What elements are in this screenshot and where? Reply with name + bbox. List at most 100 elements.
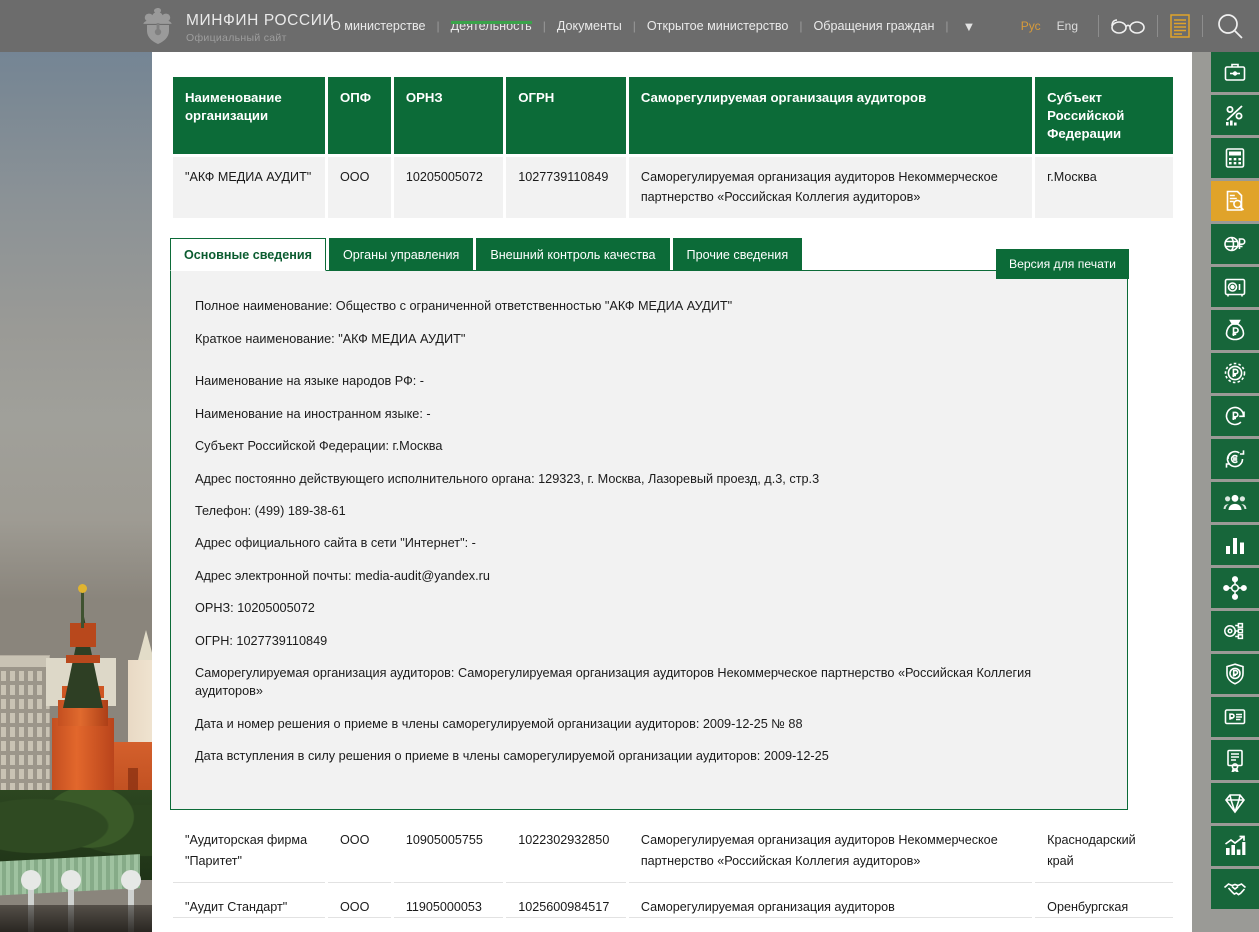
- rail-item-percent-chart[interactable]: [1211, 95, 1259, 135]
- cell-opf: ООО: [328, 819, 391, 882]
- cell-ornz: 10205005072: [394, 157, 503, 218]
- search-icon[interactable]: [1215, 11, 1245, 41]
- people-group-icon: [1223, 490, 1247, 514]
- primary-navigation: О министерстве | Деятельность | Документ…: [320, 0, 989, 52]
- ruble-coin-icon: [1223, 361, 1247, 385]
- rail-item-calculator[interactable]: [1211, 138, 1259, 178]
- cell-ogrn: 1025600984517: [506, 886, 626, 918]
- nav-item-citizen-appeals[interactable]: Обращения граждан: [803, 19, 946, 33]
- nav-item-about[interactable]: О министерстве: [320, 19, 437, 33]
- cell-subject: г.Москва: [1035, 157, 1173, 218]
- rail-item-people-group[interactable]: [1211, 482, 1259, 522]
- rail-item-ruble-coin[interactable]: [1211, 353, 1259, 393]
- lang-switch-en[interactable]: Eng: [1049, 19, 1086, 33]
- rail-item-ruble-refresh[interactable]: [1211, 396, 1259, 436]
- column-header-sro[interactable]: Саморегулируемая организация аудиторов: [629, 77, 1032, 154]
- header-tools: Рус Eng: [1013, 0, 1245, 52]
- money-bag-ruble-icon: [1223, 318, 1247, 342]
- rail-item-at-sitemap[interactable]: [1211, 611, 1259, 651]
- detail-short-name: Краткое наименование: "АКФ МЕДИА АУДИТ": [195, 330, 1100, 348]
- detail-website: Адрес официального сайта в сети "Интерне…: [195, 534, 1100, 552]
- calculator-icon: [1223, 146, 1247, 170]
- tab-main-info[interactable]: Основные сведения: [170, 238, 326, 271]
- brand-title: МИНФИН РОССИИ: [186, 12, 334, 29]
- rail-item-bar-chart[interactable]: [1211, 525, 1259, 565]
- background-kremlin-tower-ring-upper: [66, 655, 100, 663]
- chevron-down-icon[interactable]: ▼: [949, 19, 990, 34]
- rail-item-growth-chart[interactable]: [1211, 826, 1259, 866]
- at-sitemap-icon: [1223, 619, 1247, 643]
- detail-name-foreign: Наименование на иностранном языке: -: [195, 405, 1100, 423]
- rail-item-safe-vault[interactable]: [1211, 267, 1259, 307]
- cell-sro: Саморегулируемая организация аудиторов Н…: [629, 819, 1032, 882]
- tab-panel-main-info: Версия для печати Полное наименование: О…: [170, 270, 1128, 810]
- detail-subject-rf: Субъект Российской Федерации: г.Москва: [195, 437, 1100, 455]
- lang-switch-ru[interactable]: Рус: [1013, 19, 1049, 33]
- safe-vault-icon: [1223, 275, 1247, 299]
- cell-name[interactable]: "Аудит Стандарт": [173, 886, 325, 918]
- cell-ogrn: 1027739110849: [506, 157, 626, 218]
- rail-item-diamond[interactable]: [1211, 783, 1259, 823]
- cell-sro: Саморегулируемая организация аудиторов: [629, 886, 1032, 918]
- cell-name[interactable]: "Аудиторская фирма "Паритет": [173, 819, 325, 882]
- briefcase-icon: [1223, 60, 1247, 84]
- brand-subtitle: Официальный сайт: [186, 33, 334, 44]
- detail-effective-date: Дата вступления в силу решения о приеме …: [195, 747, 1100, 765]
- column-header-ogrn[interactable]: ОГРН: [506, 77, 626, 154]
- handshake-icon: [1223, 877, 1247, 901]
- background-kremlin-star-icon: [78, 584, 87, 593]
- detail-sro: Саморегулируемая организация аудиторов: …: [195, 664, 1100, 701]
- tab-external-quality-control[interactable]: Внешний контроль качества: [476, 238, 669, 270]
- rail-item-document-search-active[interactable]: [1211, 181, 1259, 221]
- diamond-icon: [1223, 791, 1247, 815]
- nav-item-documents[interactable]: Документы: [546, 19, 633, 33]
- tab-other-info[interactable]: Прочие сведения: [673, 238, 803, 270]
- rail-item-globe-ruble[interactable]: [1211, 224, 1259, 264]
- ruble-shield-icon: [1223, 662, 1247, 686]
- rail-item-certificate[interactable]: [1211, 740, 1259, 780]
- rail-item-money-bag-ruble[interactable]: [1211, 310, 1259, 350]
- detail-name-peoples-rf: Наименование на языке народов РФ: -: [195, 372, 1100, 390]
- divider: [1098, 15, 1099, 37]
- cell-sro: Саморегулируемая организация аудиторов Н…: [629, 157, 1032, 218]
- rail-item-id-card[interactable]: [1211, 697, 1259, 737]
- table-row-selected[interactable]: "АКФ МЕДИА АУДИТ" ООО 10205005072 102773…: [173, 157, 1173, 218]
- rail-item-handshake[interactable]: [1211, 869, 1259, 909]
- nav-item-activity[interactable]: Деятельность: [440, 19, 543, 33]
- cell-ornz: 11905000053: [394, 886, 503, 918]
- column-header-ornz[interactable]: ОРНЗ: [394, 77, 503, 154]
- auditor-registry-table-continued: "Аудиторская фирма "Паритет" ООО 1090500…: [170, 816, 1176, 920]
- nav-item-open-ministry[interactable]: Открытое министерство: [636, 19, 800, 33]
- currency-exchange-icon: [1223, 447, 1247, 471]
- table-row[interactable]: "Аудиторская фирма "Паритет" ООО 1090500…: [173, 819, 1173, 882]
- certificate-icon: [1223, 748, 1247, 772]
- detail-decision-date-number: Дата и номер решения о приеме в члены са…: [195, 715, 1100, 733]
- rail-item-currency-exchange[interactable]: [1211, 439, 1259, 479]
- divider: [1202, 15, 1203, 37]
- russian-coat-of-arms-icon: [140, 6, 176, 51]
- id-card-icon: [1223, 705, 1247, 729]
- table-header-row: Наименование организации ОПФ ОРНЗ ОГРН С…: [173, 77, 1173, 154]
- column-header-subject[interactable]: Субъект Российской Федерации: [1035, 77, 1173, 154]
- site-header: МИНФИН РОССИИ Официальный сайт О министе…: [0, 0, 1259, 52]
- cell-ogrn: 1022302932850: [506, 819, 626, 882]
- column-header-name[interactable]: Наименование организации: [173, 77, 325, 154]
- detail-full-name: Полное наименование: Общество с ограниче…: [195, 297, 1100, 315]
- spacer: [195, 362, 1100, 372]
- growth-chart-icon: [1223, 834, 1247, 858]
- table-row[interactable]: "Аудит Стандарт" ООО 11905000053 1025600…: [173, 886, 1173, 918]
- rail-item-budget-network[interactable]: [1211, 568, 1259, 608]
- rail-item-ruble-shield[interactable]: [1211, 654, 1259, 694]
- column-header-opf[interactable]: ОПФ: [328, 77, 391, 154]
- cell-name[interactable]: "АКФ МЕДИА АУДИТ": [173, 157, 325, 218]
- globe-ruble-icon: [1223, 232, 1247, 256]
- tab-management-bodies[interactable]: Органы управления: [329, 238, 473, 270]
- text-version-icon[interactable]: [1170, 14, 1190, 38]
- detail-email: Адрес электронной почты: media-audit@yan…: [195, 567, 1100, 585]
- detail-address: Адрес постоянно действующего исполнитель…: [195, 470, 1100, 488]
- rail-item-briefcase[interactable]: [1211, 52, 1259, 92]
- site-brand[interactable]: МИНФИН РОССИИ Официальный сайт: [140, 6, 334, 51]
- glasses-icon[interactable]: [1111, 17, 1145, 35]
- bar-chart-icon: [1223, 533, 1247, 557]
- background-kremlin-spire: [81, 588, 84, 628]
